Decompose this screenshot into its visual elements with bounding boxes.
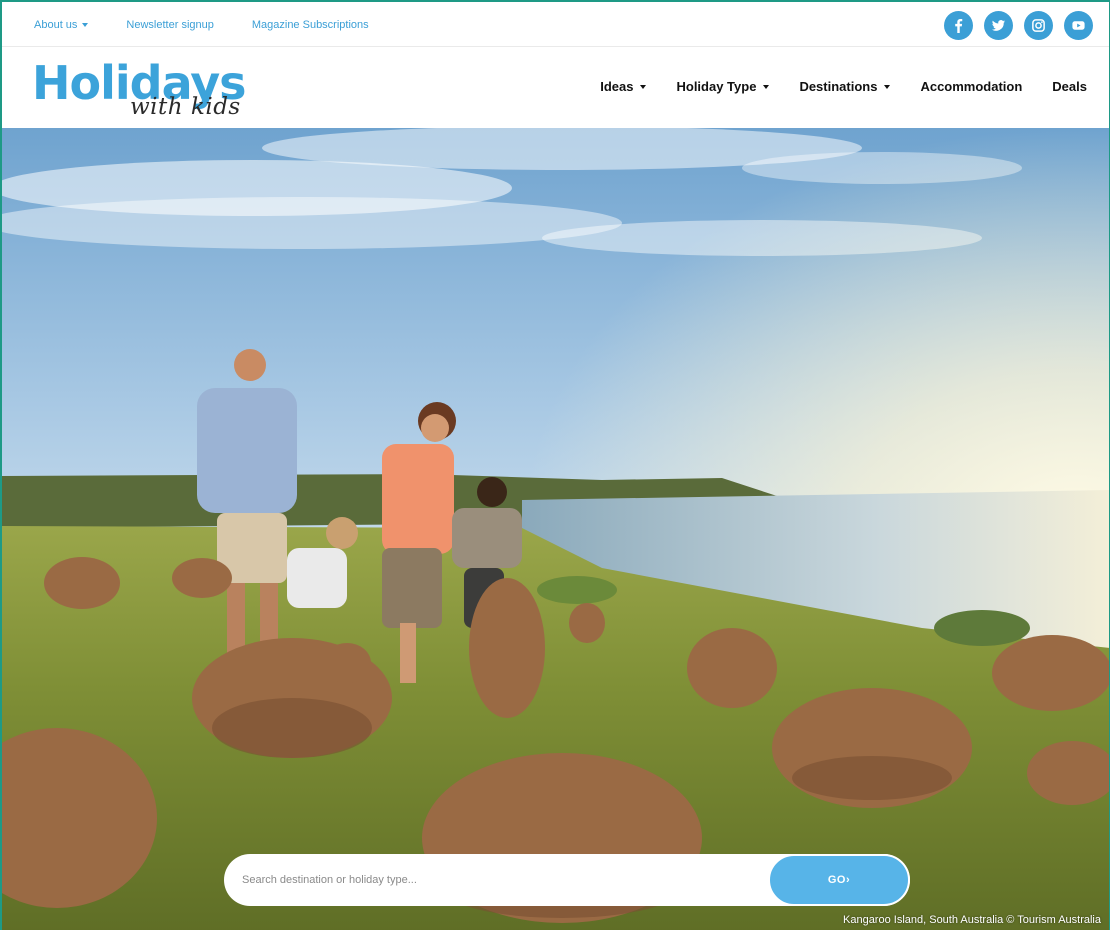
- about-us-label: About us: [34, 19, 78, 31]
- newsletter-signup-link[interactable]: Newsletter signup: [126, 19, 213, 31]
- logo-tagline: with kids: [130, 94, 241, 120]
- go-button[interactable]: GO ›: [768, 854, 910, 906]
- twitter-icon[interactable]: [984, 11, 1013, 40]
- page-frame: About us Newsletter signup Magazine Subs…: [0, 0, 1110, 930]
- chevron-down-icon: [640, 84, 647, 89]
- nav-item-accommodation[interactable]: Accommodation: [920, 79, 1022, 94]
- instagram-icon[interactable]: [1024, 11, 1053, 40]
- youtube-icon[interactable]: [1064, 11, 1093, 40]
- nav-item-holiday-type[interactable]: Holiday Type: [676, 79, 770, 94]
- chevron-down-icon: [82, 23, 89, 27]
- nav-item-label: Deals: [1052, 79, 1087, 94]
- hero-image: [2, 128, 1109, 930]
- newsletter-signup-label: Newsletter signup: [126, 19, 214, 31]
- chevron-right-icon: ›: [845, 874, 851, 886]
- go-label: GO: [827, 874, 846, 886]
- photo-credit: Kangaroo Island, South Australia © Touri…: [843, 914, 1101, 926]
- nav-item-label: Holiday Type: [676, 79, 757, 94]
- nav-item-label: Destinations: [799, 79, 878, 94]
- about-us-link[interactable]: About us: [34, 19, 89, 31]
- site-header: Holidays with kids Ideas Holiday Type De…: [2, 48, 1109, 128]
- search-input[interactable]: [242, 854, 762, 906]
- utility-bar: About us Newsletter signup Magazine Subs…: [2, 2, 1109, 47]
- magazine-subscriptions-label: Magazine Subscriptions: [251, 19, 369, 31]
- site-logo[interactable]: Holidays with kids: [32, 56, 272, 122]
- search-bar: GO›: [224, 854, 910, 906]
- magazine-subscriptions-link[interactable]: Magazine Subscriptions: [252, 19, 369, 31]
- hero-banner: GO› Kangaroo Island, South Australia © T…: [2, 128, 1109, 930]
- nav-item-label: Ideas: [600, 79, 634, 94]
- main-nav: Ideas Holiday Type Destinations Accommod…: [600, 79, 1087, 94]
- facebook-icon[interactable]: [944, 11, 973, 40]
- nav-item-deals[interactable]: Deals: [1052, 79, 1087, 94]
- chevron-down-icon: [884, 84, 891, 89]
- utility-links: About us Newsletter signup Magazine Subs…: [34, 19, 369, 31]
- nav-item-ideas[interactable]: Ideas: [600, 79, 647, 94]
- nav-item-label: Accommodation: [920, 79, 1023, 94]
- chevron-down-icon: [763, 84, 770, 89]
- nav-item-destinations[interactable]: Destinations: [799, 79, 891, 94]
- social-links: [944, 11, 1093, 40]
